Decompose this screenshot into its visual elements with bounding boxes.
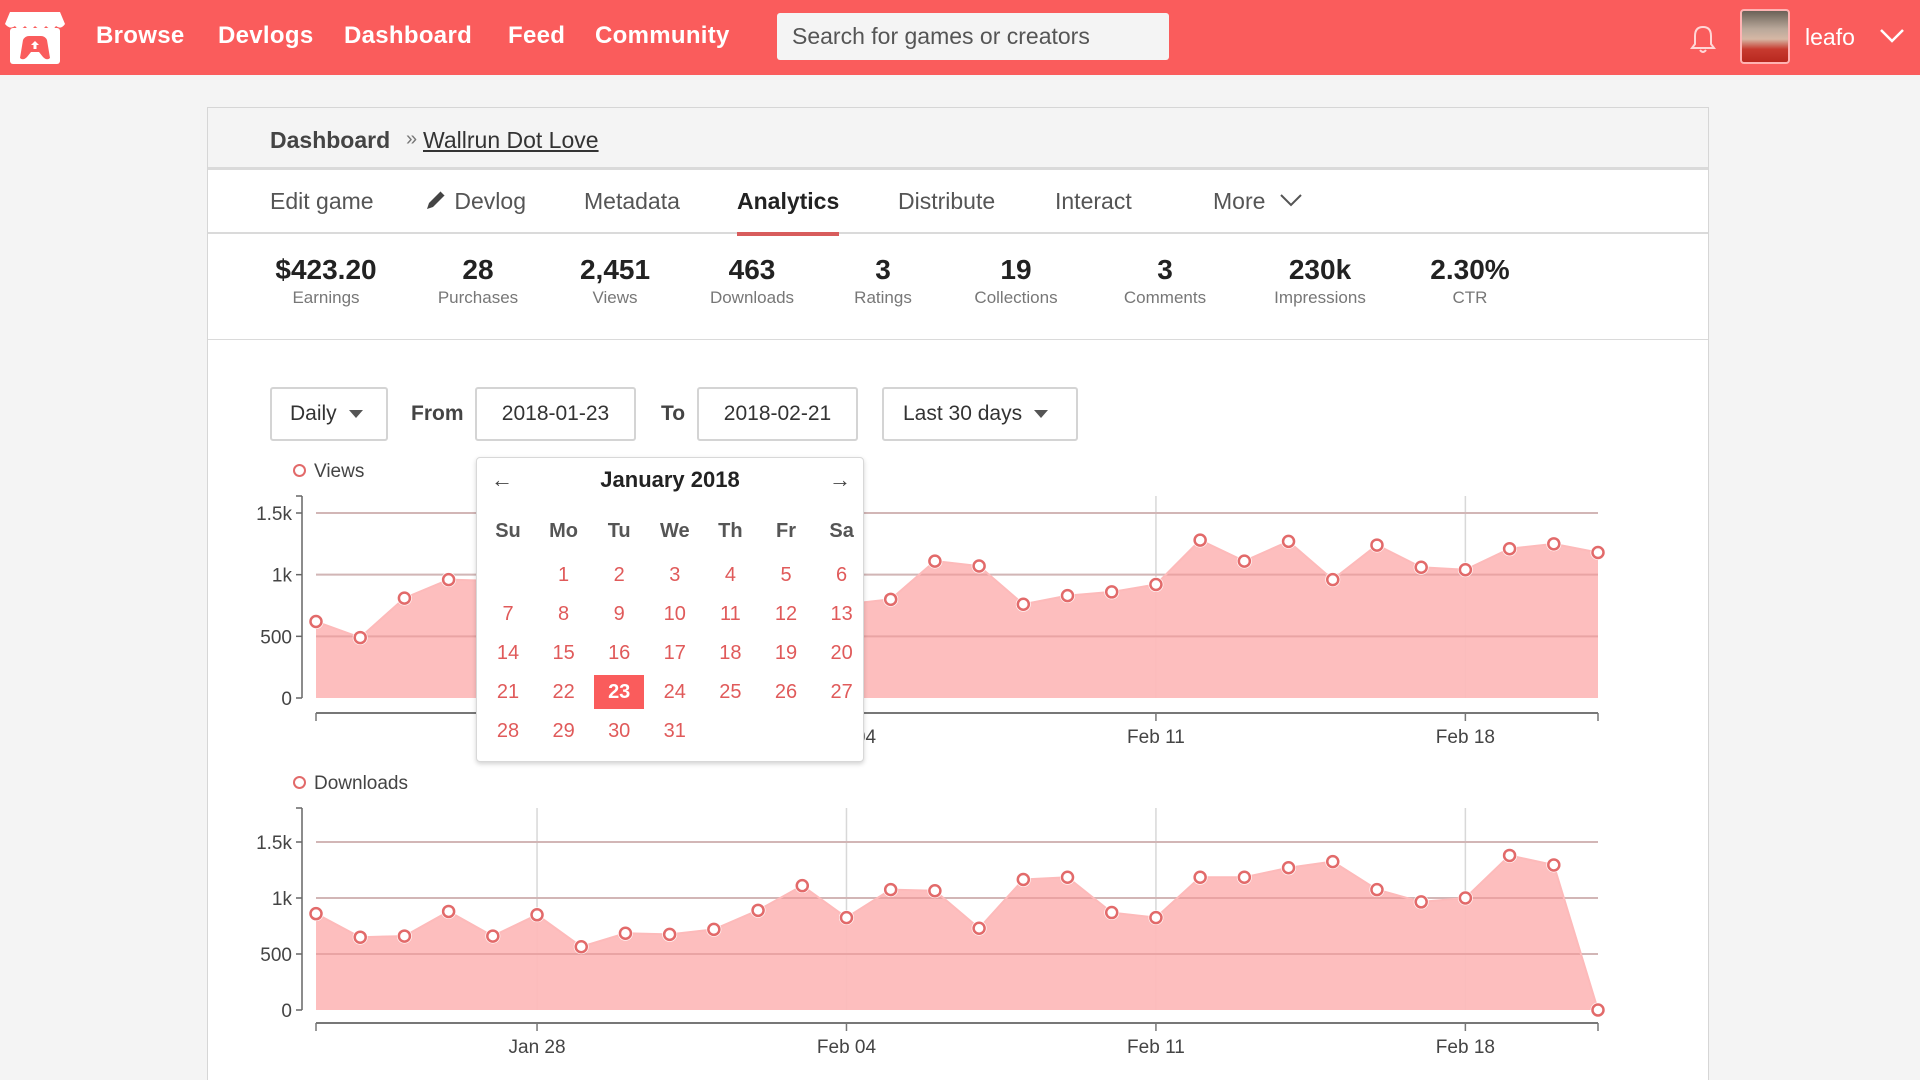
calendar-day[interactable]: 19 <box>761 636 811 670</box>
data-point <box>1547 858 1561 872</box>
calendar-day[interactable]: 10 <box>650 597 700 631</box>
data-point <box>1149 910 1163 925</box>
data-point <box>1060 870 1075 885</box>
weekday-header: Fr <box>776 520 796 542</box>
calendar-day[interactable]: 11 <box>705 597 755 631</box>
calendar-day[interactable]: 3 <box>650 558 700 592</box>
calendar-day[interactable]: 14 <box>483 636 533 670</box>
calendar-day[interactable]: 1 <box>539 558 589 592</box>
data-point <box>1193 870 1207 885</box>
calendar-day[interactable]: 24 <box>650 675 700 709</box>
calendar-day[interactable]: 12 <box>761 597 811 631</box>
calendar-day[interactable]: 15 <box>539 636 589 670</box>
weekday-header: Tu <box>607 520 631 542</box>
weekday-header: Mo <box>549 520 579 542</box>
calendar-day[interactable]: 6 <box>817 558 867 592</box>
data-point <box>309 906 323 921</box>
calendar-day[interactable]: 21 <box>483 675 533 709</box>
calendar-day[interactable]: 13 <box>817 597 867 631</box>
data-point <box>618 926 633 941</box>
data-point <box>1281 861 1296 875</box>
data-point <box>397 929 412 943</box>
downloads-chart: 0 500 1k 1.5k Jan 28 Feb 04 Feb 11 Feb 18 <box>256 807 1606 1058</box>
data-point <box>486 929 500 943</box>
x-tick-label: Jan 28 <box>509 1037 566 1058</box>
weekday-header: Su <box>495 520 521 542</box>
data-point <box>662 927 677 942</box>
next-month-arrow-icon[interactable]: → <box>829 467 851 493</box>
data-point <box>530 908 544 922</box>
data-point <box>839 910 854 925</box>
series-area <box>316 855 1598 1010</box>
calendar-day[interactable]: 20 <box>817 636 867 670</box>
data-point <box>441 904 456 919</box>
calendar-day[interactable]: 4 <box>705 558 755 592</box>
y-tick-label: 500 <box>260 945 292 966</box>
calendar-day[interactable]: 18 <box>705 636 755 670</box>
data-point <box>1458 891 1473 905</box>
x-tick-label: Feb 18 <box>1436 1037 1495 1058</box>
calendar-day[interactable]: 30 <box>594 714 644 748</box>
data-point <box>1016 872 1031 887</box>
calendar-day[interactable]: 8 <box>539 597 589 631</box>
calendar-day[interactable]: 9 <box>594 597 644 631</box>
data-point <box>1237 870 1252 885</box>
calendar-month-title: January 2018 <box>600 467 740 492</box>
calendar-day[interactable]: 29 <box>539 714 589 748</box>
data-point <box>1104 905 1119 920</box>
data-point <box>972 921 986 935</box>
calendar-day[interactable]: 31 <box>650 714 700 748</box>
calendar-day[interactable]: 27 <box>817 675 867 709</box>
x-tick-label: Feb 11 <box>1127 1037 1185 1058</box>
data-point <box>707 922 721 937</box>
data-point <box>1502 848 1517 863</box>
data-point <box>883 882 898 897</box>
data-point <box>353 930 367 944</box>
calendar-day-selected[interactable]: 23 <box>594 675 645 709</box>
date-picker-calendar: ← January 2018 → Su Mo Tu We Th Fr Sa 1 2 3 4 5 6 7 8 9… <box>476 457 864 762</box>
weekday-header: Sa <box>829 520 854 542</box>
data-point <box>1370 882 1384 897</box>
y-tick-label: 1k <box>272 889 293 910</box>
data-point <box>1326 854 1340 869</box>
data-point <box>1591 1003 1605 1017</box>
weekday-header: We <box>659 520 690 542</box>
y-tick-label: 0 <box>281 1001 292 1022</box>
calendar-day[interactable]: 16 <box>594 636 644 670</box>
data-point <box>928 883 942 898</box>
calendar-day[interactable]: 25 <box>705 675 755 709</box>
calendar-day[interactable]: 7 <box>483 597 533 631</box>
calendar-day[interactable]: 22 <box>539 675 589 709</box>
calendar-day[interactable]: 2 <box>594 558 644 592</box>
data-point <box>574 939 588 954</box>
calendar-day[interactable]: 26 <box>761 675 811 709</box>
weekday-header: Th <box>718 520 743 542</box>
data-point <box>1414 895 1428 909</box>
data-point <box>751 903 765 918</box>
y-tick-label: 1.5k <box>256 833 292 854</box>
x-tick-label: Feb 04 <box>817 1037 877 1058</box>
data-point <box>795 878 810 893</box>
calendar-day[interactable]: 5 <box>761 558 811 592</box>
calendar-day[interactable]: 17 <box>650 636 700 670</box>
calendar-day[interactable]: 28 <box>483 714 533 748</box>
